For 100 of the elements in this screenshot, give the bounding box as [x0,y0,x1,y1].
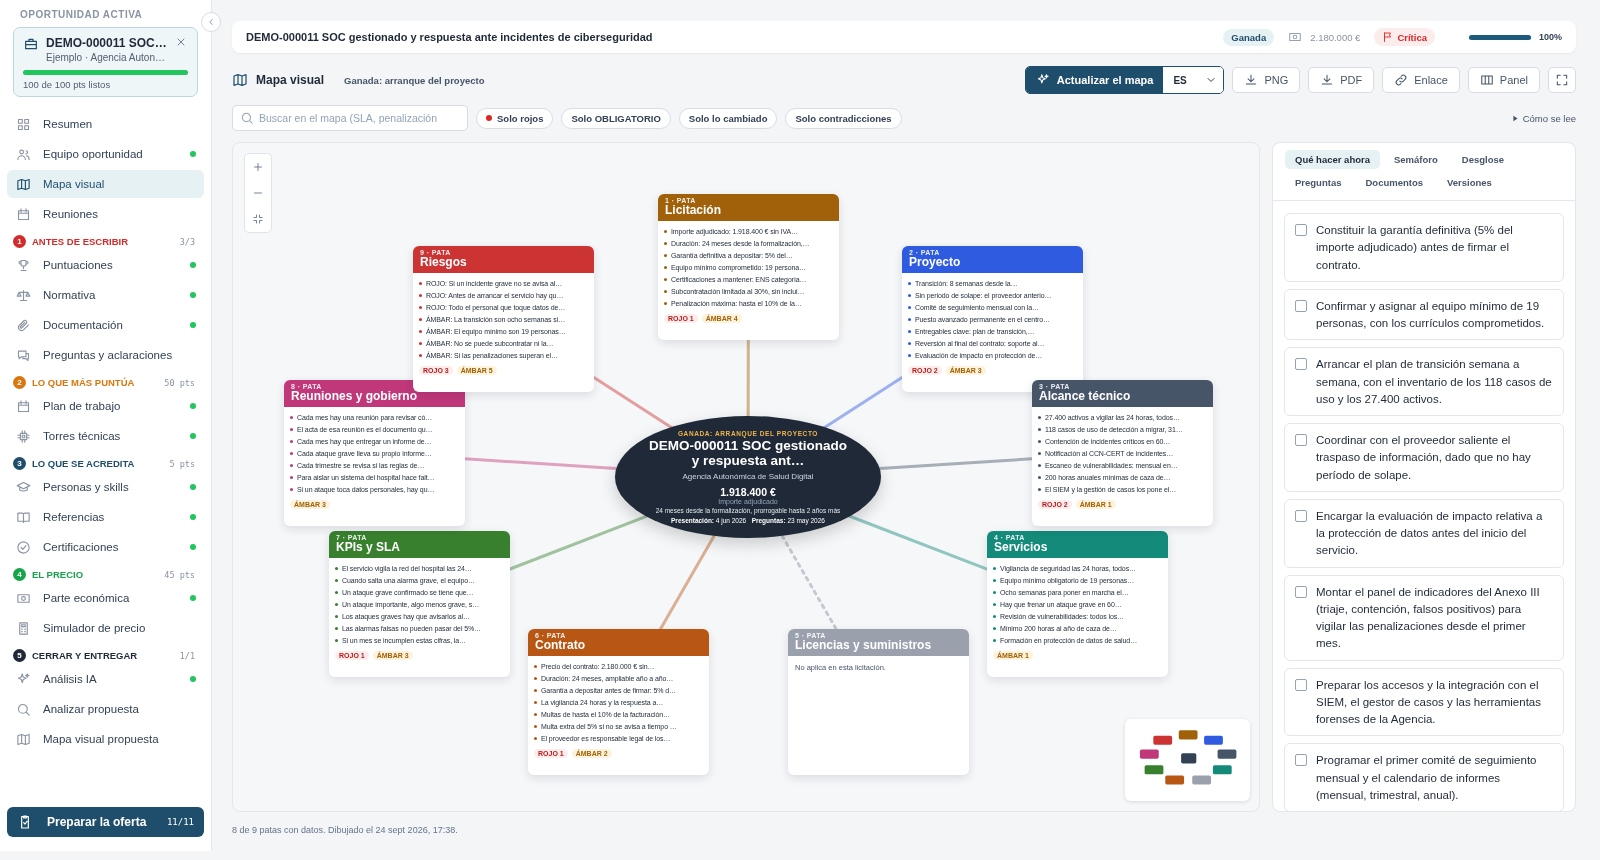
filter-chip[interactable]: Solo rojos [476,107,554,129]
bullet-dot-icon [1038,416,1041,420]
card-title: Riesgos [420,256,468,270]
nav-item[interactable]: Resumen [7,110,204,138]
panel-tab[interactable]: Versiones [1437,173,1502,192]
nav-item[interactable]: Torres técnicas [7,422,186,450]
map-icon [16,731,31,747]
people-icon [16,146,31,162]
section-count: 5 pts [169,458,195,469]
topic-card[interactable] [902,246,1083,392]
panel-tab[interactable]: Desglose [1451,150,1515,169]
client-name: Agencia Autonómica de Salud Digital [682,472,814,482]
topic-card[interactable] [1032,380,1213,526]
section-count: 50 pts [164,377,195,388]
filter-chip[interactable]: Solo lo cambiado [678,107,778,129]
topic-card[interactable] [528,629,709,775]
bullet-dot-icon [993,615,996,619]
checkbox[interactable] [1295,585,1307,598]
bullet-dot-icon [419,330,422,334]
bullet-dot-icon [664,254,667,258]
bullet-dot-icon [335,567,338,571]
step-number: 5 [13,649,26,662]
nav-item[interactable]: Personas y skills [7,473,186,501]
checkbox[interactable] [1295,678,1307,691]
compress-icon [252,213,264,225]
nav-item[interactable]: Analizar propuesta [7,695,204,723]
amount-text: 2.180.000 € [1310,31,1361,43]
nav-item[interactable]: Reuniones [7,200,204,228]
checkbox[interactable] [1295,224,1307,236]
section-count: 1/1 [179,650,195,661]
opportunity-title: DEMO-000011 SOC… [46,36,167,50]
book-icon [16,509,31,525]
bullet-dot-icon [419,354,422,358]
prepare-offer-button[interactable]: Preparar la oferta 11/11 [7,807,204,837]
nav-item[interactable]: Normativa [7,281,186,309]
chevron-left-icon [206,17,216,27]
progress-bar [1468,34,1531,40]
checkbox[interactable] [1295,358,1307,371]
download-icon [1320,73,1335,87]
filter-chip[interactable]: Solo contradicciones [785,107,902,129]
checkbox[interactable] [1295,509,1307,522]
bullet-dot-icon [534,701,537,705]
help-toggle[interactable]: Cómo se lee [1511,112,1576,124]
bullet-dot-icon [335,603,338,607]
bullet-dot-icon [290,416,293,420]
topic-card[interactable] [284,380,465,526]
topic-card[interactable] [658,194,839,340]
bullet-dot-icon [335,591,338,595]
fullscreen-button[interactable] [1548,67,1576,93]
dot-icon [486,115,492,121]
footer-text: 8 de 9 patas con datos. Dibujado el 24 sept 2026, 17:38. [232,825,459,835]
nav-item[interactable]: Equipo oportunidad [7,140,186,168]
panel-tab[interactable]: Qué hacer ahora [1285,150,1380,169]
nav-item[interactable]: Puntuaciones [7,251,186,279]
columns-icon [1479,73,1494,87]
nav-item[interactable]: Análisis IA [7,665,186,693]
nav-item[interactable]: Simulador de precio [7,614,204,642]
panel-tab[interactable]: Semáforo [1384,150,1448,169]
toolbar-button[interactable]: PNG [1232,67,1301,93]
task-text: Arrancar el plan de transición semana a semana, con el inventario de los 118 casos de uso y los 27.400 activos. [1316,357,1553,407]
topic-card[interactable] [413,246,594,392]
bullet-dot-icon [290,488,293,492]
panel-tab[interactable]: Preguntas [1285,173,1352,192]
step-number: 1 [13,235,26,248]
bullet-dot-icon [290,440,293,444]
card-title: KPIs y SLA [336,541,402,555]
task-text: Coordinar con el proveedor saliente el traspaso de información, dado que no hay período de solape. [1316,433,1532,483]
opportunity-card[interactable]: DEMO-000011 SOC… Ejemplo · Agencia Auton… 100 de 100 pts listos [13,27,198,97]
search-field[interactable]: Buscar en el mapa (SLA, penalización [232,105,468,131]
topic-card[interactable] [329,531,510,677]
nav-item[interactable]: Preguntas y aclaraciones [7,341,204,369]
nav-item[interactable]: Parte económica [7,584,186,612]
bullet-dot-icon [908,354,911,358]
panel-tab[interactable]: Documentos [1355,173,1433,192]
toolbar-button[interactable]: Panel [1467,67,1540,93]
checkbox[interactable] [1295,299,1307,312]
checkbox[interactable] [1295,434,1307,446]
toolbar-button[interactable]: PDF [1308,67,1375,93]
paperclip-icon [16,317,31,333]
nav-item[interactable]: Plan de trabajo [7,392,186,420]
section-title: CERRAR Y ENTREGAR [32,650,139,661]
page-subtitle: Ganada: arranque del proyecto [344,74,485,86]
triangle-icon [1511,114,1519,122]
page-title: Mapa visual [256,73,325,87]
nav-item[interactable]: Certificaciones [7,533,186,561]
nav-item[interactable]: Mapa visual [7,170,204,198]
opportunity-subtitle: Ejemplo · Agencia Auton… [46,52,166,63]
nav-item[interactable]: Mapa visual propuesta [7,725,204,753]
bullet-dot-icon [290,476,293,480]
card-title: Alcance técnico [1039,390,1132,404]
topic-card[interactable] [987,531,1168,677]
filter-chip[interactable]: Solo OBLIGATORIO [561,107,671,129]
bullet-dot-icon [908,294,911,298]
toolbar-button[interactable]: Enlace [1382,67,1460,93]
checkbox[interactable] [1295,754,1307,767]
bullet-dot-icon [908,330,911,334]
bullet-dot-icon [993,591,996,595]
nav-item[interactable]: Referencias [7,503,186,531]
scales-icon [16,287,31,303]
nav-item[interactable]: Documentación [7,311,186,339]
